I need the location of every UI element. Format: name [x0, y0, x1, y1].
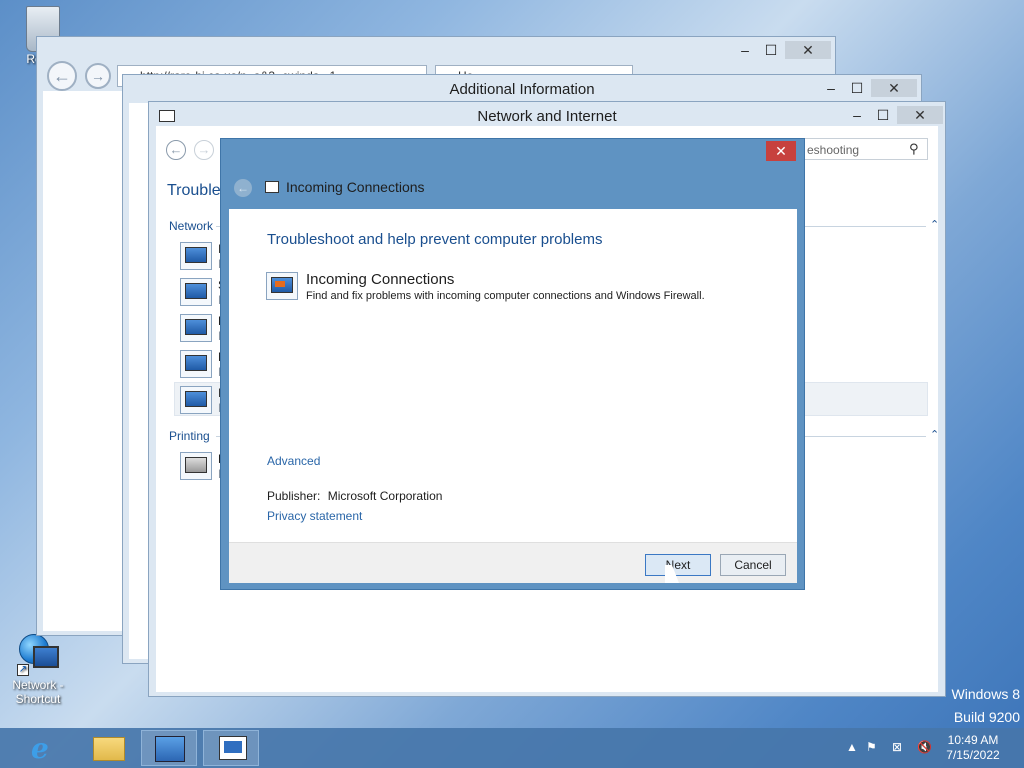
minimize-icon[interactable]: – [819, 79, 843, 97]
taskbar-control-panel[interactable] [141, 730, 197, 766]
taskbar: e ▲ ⚑ ⊠ 🔇 10:49 AM 7/15/2022 [0, 728, 1024, 768]
section-printing: Printing [169, 429, 210, 443]
forward-arrow-icon[interactable]: → [194, 140, 214, 160]
back-arrow-icon[interactable]: ← [47, 61, 77, 91]
control-panel-icon [155, 736, 185, 762]
shared-folders-icon [180, 278, 212, 306]
troubleshooter-description: Find and fix problems with incoming comp… [306, 290, 705, 302]
close-icon[interactable]: ✕ [785, 41, 831, 59]
windows-version-watermark: Windows 8 [951, 686, 1020, 702]
network-status-icon[interactable]: ⊠ [892, 740, 902, 754]
show-hidden-icons-icon[interactable]: ▲ [846, 740, 858, 754]
windows-build-watermark: Build 9200 [953, 709, 1020, 725]
search-input[interactable]: eshooting ⚲ [802, 138, 928, 160]
window-title: Additional Information [449, 81, 595, 98]
system-clock[interactable]: 10:49 AM 7/15/2022 [942, 733, 1004, 763]
clock-date: 7/15/2022 [946, 748, 1000, 762]
mouse-cursor-icon [665, 565, 679, 583]
incoming-connections-icon [180, 386, 212, 414]
publisher-label: Publisher: [267, 489, 321, 503]
dialog-title: Incoming Connections [286, 179, 425, 195]
dialog-title-icon [265, 181, 279, 193]
taskbar-troubleshooter[interactable] [203, 730, 259, 766]
maximize-icon[interactable]: ☐ [845, 79, 869, 97]
window-title: Network and Internet [477, 108, 617, 125]
publisher-value: Microsoft Corporation [327, 489, 443, 503]
action-center-flag-icon[interactable]: ⚑ [866, 740, 877, 754]
minimize-icon[interactable]: – [733, 41, 757, 59]
maximize-icon[interactable]: ☐ [759, 41, 783, 59]
printer-icon [180, 452, 212, 480]
advanced-link[interactable]: Advanced [267, 454, 320, 468]
collapse-icon[interactable]: ⌃ [930, 218, 939, 231]
back-arrow-icon[interactable]: ← [166, 140, 186, 160]
forward-arrow-icon[interactable]: → [85, 63, 111, 89]
network-icon: ↗ [15, 632, 61, 678]
privacy-statement-link[interactable]: Privacy statement [267, 509, 362, 523]
minimize-icon[interactable]: – [845, 106, 869, 124]
homegroup-icon [180, 314, 212, 342]
close-icon[interactable]: ✕ [766, 141, 796, 161]
close-icon[interactable]: ✕ [871, 79, 917, 97]
taskbar-internet-explorer[interactable]: e [17, 730, 73, 766]
network-shortcut-label: Network - Shortcut [12, 678, 64, 706]
section-network: Network [169, 219, 214, 233]
publisher: Publisher: Microsoft Corporation [267, 489, 442, 503]
taskbar-file-explorer[interactable] [79, 730, 135, 766]
dialog-heading: Troubleshoot and help prevent computer p… [267, 231, 603, 248]
troubleshooter-dialog[interactable]: ✕ ← Incoming Connections Troubleshoot an… [220, 138, 805, 590]
incoming-connections-icon [266, 272, 298, 300]
incoming-connections-icon [219, 736, 247, 760]
close-icon[interactable]: ✕ [897, 106, 943, 124]
page-heading: Trouble [167, 182, 221, 199]
incoming-network-icon [180, 242, 212, 270]
cancel-button[interactable]: Cancel [720, 554, 786, 576]
folder-icon [93, 737, 125, 761]
troubleshooter-title: Incoming Connections [306, 271, 455, 288]
volume-muted-icon[interactable]: 🔇 [917, 740, 932, 754]
internet-explorer-icon: e [31, 732, 49, 765]
collapse-icon[interactable]: ⌃ [930, 428, 939, 441]
clock-time: 10:49 AM [947, 733, 999, 747]
browser-content [43, 91, 129, 631]
maximize-icon[interactable]: ☐ [871, 106, 895, 124]
back-arrow-icon[interactable]: ← [234, 179, 252, 197]
search-icon[interactable]: ⚲ [909, 141, 919, 157]
network-shortcut[interactable]: ↗ Network - Shortcut [3, 632, 73, 706]
network-adapter-icon [180, 350, 212, 378]
